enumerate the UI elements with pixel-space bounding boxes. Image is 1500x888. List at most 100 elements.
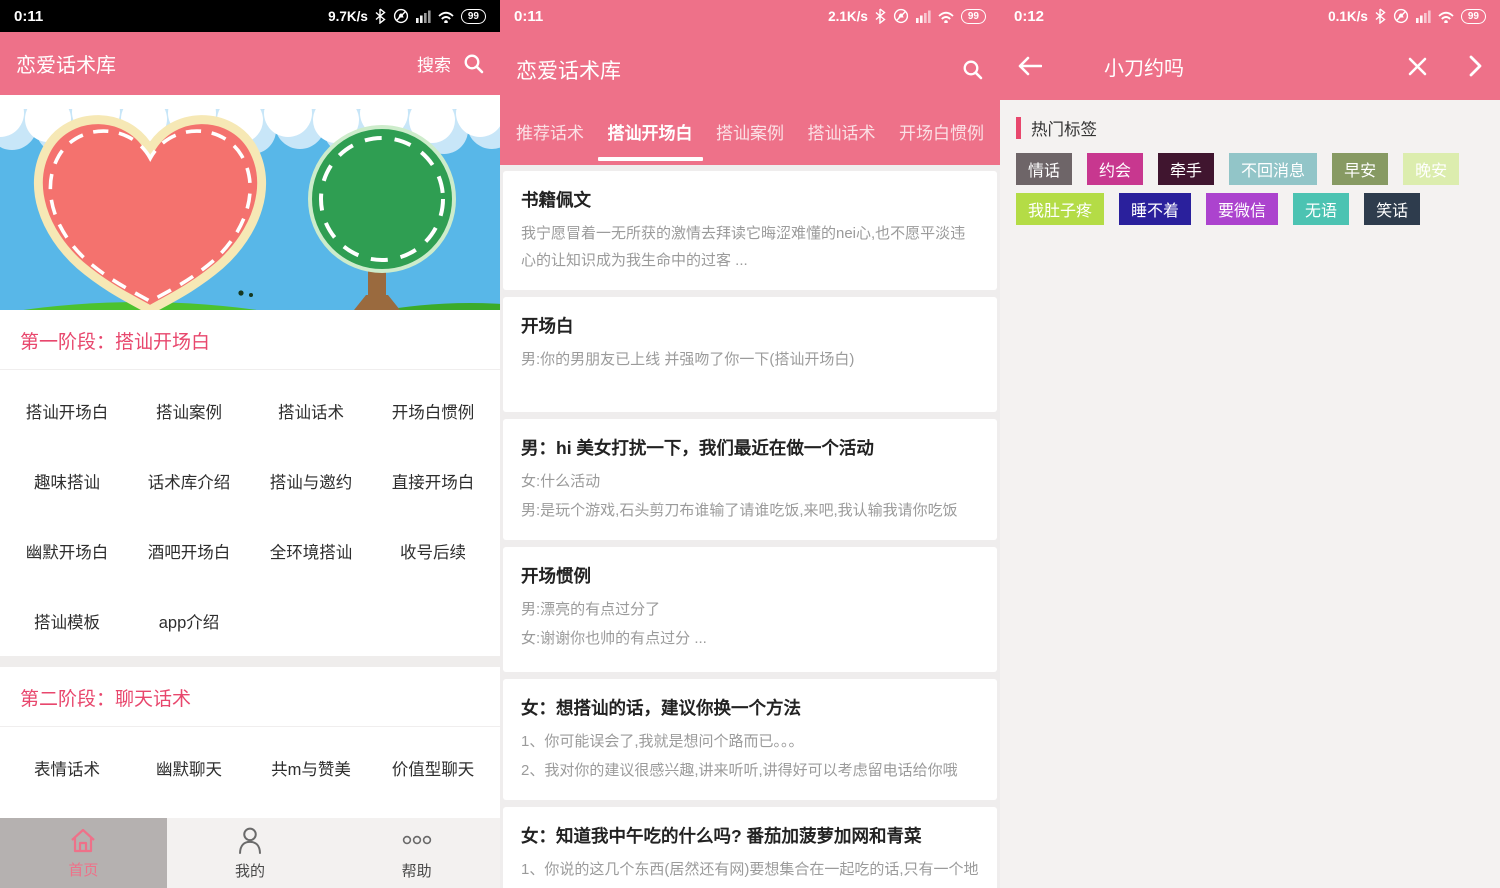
net-speed: 0.1K/s xyxy=(1328,9,1368,24)
status-bar: 0:12 0.1K/s 99 xyxy=(1000,0,1500,32)
section-title-stage2: 第二阶段：聊天话术 xyxy=(0,667,500,727)
signal-icon xyxy=(916,9,931,24)
tab-scripts[interactable]: 搭讪话术 xyxy=(802,108,882,165)
phrase-card[interactable]: 开场惯例 男:漂亮的有点过分了 女:谢谢你也帅的有点过分 ... xyxy=(503,547,997,672)
screen-phrase-list: 0:11 2.1K/s 99 恋爱话术库 推荐话术 搭讪开场白 搭讪案例 搭讪话… xyxy=(500,0,1000,888)
section-divider xyxy=(0,656,500,667)
card-line: 女:谢谢你也帅的有点过分 ... xyxy=(521,625,979,652)
grid-item[interactable]: 开场白惯例 xyxy=(372,376,494,446)
mute-icon xyxy=(1393,8,1409,24)
tag-chip[interactable]: 约会 xyxy=(1087,153,1143,185)
tag-list: 情话 约会 牵手 不回消息 早安 晚安 我肚子疼 睡不着 要微信 无语 笑话 xyxy=(1016,153,1484,225)
card-line: 我宁愿冒着一无所获的激情去拜读它晦涩难懂的nei心,也不愿平淡违心的让知识成为我… xyxy=(521,220,979,274)
wifi-icon xyxy=(438,10,454,23)
phrase-card[interactable]: 男：hi 美女打扰一下，我们最近在做一个活动 女:什么活动 男:是玩个游戏,石头… xyxy=(503,419,997,540)
tab-openers[interactable]: 搭讪开场白 xyxy=(602,108,699,165)
page-title: 恋爱话术库 xyxy=(516,55,962,85)
status-time: 0:11 xyxy=(14,8,43,25)
nav-tab-help[interactable]: 帮助 xyxy=(333,818,500,888)
grid-item[interactable]: 搭讪模板 xyxy=(6,586,128,656)
card-line: 男:是玩个游戏,石头剪刀布谁输了请谁吃饭,来吧,我认输我请你吃饭 xyxy=(521,497,979,524)
section-title-stage1: 第一阶段：搭讪开场白 xyxy=(0,310,500,370)
help-dots-icon xyxy=(400,825,434,855)
tab-recommend[interactable]: 推荐话术 xyxy=(510,108,590,165)
page-title: 小刀约吗 xyxy=(1104,52,1408,81)
card-title: 女：想搭讪的话，建议你换一个方法 xyxy=(521,695,979,720)
grid-item[interactable]: 趣味搭讪 xyxy=(6,446,128,516)
bluetooth-icon xyxy=(875,8,886,24)
page-title: 恋爱话术库 xyxy=(16,49,417,78)
search-label[interactable]: 搜索 xyxy=(417,51,451,76)
card-title: 女：知道我中午吃的什么吗? 番茄加菠萝加网和青菜 xyxy=(521,823,979,848)
phrase-card[interactable]: 女：想搭讪的话，建议你换一个方法 1、你可能误会了,我就是想问个路而已。。。 2… xyxy=(503,679,997,800)
grid-item[interactable]: 表情话术 xyxy=(6,733,128,803)
status-time: 0:12 xyxy=(1014,8,1044,25)
forward-icon[interactable] xyxy=(1469,55,1482,77)
grid-item[interactable]: app介绍 xyxy=(128,586,250,656)
tag-chip[interactable]: 牵手 xyxy=(1158,153,1214,185)
net-speed: 9.7K/s xyxy=(328,9,368,24)
tag-chip[interactable]: 不回消息 xyxy=(1229,153,1317,185)
battery-indicator: 99 xyxy=(1461,9,1486,24)
home-icon xyxy=(68,827,98,854)
grid-item[interactable]: 酒吧开场白 xyxy=(128,516,250,586)
screen-hot-tags: 0:12 0.1K/s 99 小刀约吗 xyxy=(1000,0,1500,888)
status-time: 0:11 xyxy=(514,8,543,25)
grid-item[interactable]: 幽默聊天 xyxy=(128,733,250,803)
card-title: 男：hi 美女打扰一下，我们最近在做一个活动 xyxy=(521,435,979,460)
panel-title-row: 热门标签 xyxy=(1016,116,1484,140)
tag-chip[interactable]: 晚安 xyxy=(1403,153,1459,185)
grid-item[interactable]: 直接开场白 xyxy=(372,446,494,516)
net-speed: 2.1K/s xyxy=(828,9,868,24)
grid-item[interactable]: 幽默开场白 xyxy=(6,516,128,586)
stage1-grid: 搭讪开场白 搭讪案例 搭讪话术 开场白惯例 趣味搭讪 话术库介绍 搭讪与邀约 直… xyxy=(0,370,500,656)
grid-item[interactable]: 全环境搭讪 xyxy=(250,516,372,586)
close-icon[interactable] xyxy=(1408,57,1427,76)
signal-icon xyxy=(416,9,431,24)
tag-chip[interactable]: 睡不着 xyxy=(1119,193,1191,225)
tab-routines[interactable]: 开场白惯例 xyxy=(893,108,990,165)
grid-item[interactable]: 搭讪案例 xyxy=(128,376,250,446)
bottom-nav: 首页 我的 帮助 xyxy=(0,818,500,888)
nav-label: 帮助 xyxy=(402,860,432,881)
grid-item[interactable]: 话术库介绍 xyxy=(128,446,250,516)
nav-tab-home[interactable]: 首页 xyxy=(0,818,167,888)
profile-icon xyxy=(235,825,265,855)
battery-indicator: 99 xyxy=(461,9,486,24)
phrase-card[interactable]: 开场白 男:你的男朋友已上线 并强吻了你一下(搭讪开场白) xyxy=(503,297,997,412)
status-bar: 0:11 9.7K/s 99 xyxy=(0,0,500,32)
grid-item[interactable]: 收号后续 xyxy=(372,516,494,586)
mute-icon xyxy=(393,8,409,24)
category-tabs: 推荐话术 搭讪开场白 搭讪案例 搭讪话术 开场白惯例 xyxy=(500,108,1000,165)
screenshot-stage: 0:11 9.7K/s 99 恋爱话术库 搜索 xyxy=(0,0,1500,888)
grid-item[interactable]: 搭讪与邀约 xyxy=(250,446,372,516)
nav-tab-mine[interactable]: 我的 xyxy=(167,818,334,888)
tag-chip[interactable]: 无语 xyxy=(1293,193,1349,225)
tag-chip[interactable]: 笑话 xyxy=(1364,193,1420,225)
grid-item[interactable]: 搭讪话术 xyxy=(250,376,372,446)
tags-panel: 热门标签 情话 约会 牵手 不回消息 早安 晚安 我肚子疼 睡不着 要微信 无语… xyxy=(1000,100,1500,888)
accent-bar xyxy=(1016,117,1021,139)
tag-chip[interactable]: 我肚子疼 xyxy=(1016,193,1104,225)
tag-chip[interactable]: 情话 xyxy=(1016,153,1072,185)
panel-title: 热门标签 xyxy=(1031,116,1097,140)
phrase-card[interactable]: 女：知道我中午吃的什么吗? 番茄加菠萝加网和青菜 1、你说的这几个东西(居然还有… xyxy=(503,807,997,888)
stage2-grid: 表情话术 幽默聊天 共m与赞美 价值型聊天 xyxy=(0,727,500,803)
search-icon[interactable] xyxy=(463,53,484,74)
tab-cases[interactable]: 搭讪案例 xyxy=(710,108,790,165)
search-icon[interactable] xyxy=(962,59,984,81)
card-line: 1、你说的这几个东西(居然还有网)要想集合在一起吃的话,只有一个地点比较会出现-… xyxy=(521,856,979,888)
tag-chip[interactable]: 要微信 xyxy=(1206,193,1278,225)
battery-indicator: 99 xyxy=(961,9,986,24)
card-line: 女:什么活动 xyxy=(521,468,979,495)
back-icon[interactable] xyxy=(1018,56,1042,76)
tag-chip[interactable]: 早安 xyxy=(1332,153,1388,185)
card-title: 开场惯例 xyxy=(521,563,979,588)
grid-item[interactable]: 共m与赞美 xyxy=(250,733,372,803)
phrase-card[interactable]: 书籍佩文 我宁愿冒着一无所获的激情去拜读它晦涩难懂的nei心,也不愿平淡违心的让… xyxy=(503,171,997,290)
grid-item[interactable]: 搭讪开场白 xyxy=(6,376,128,446)
phrase-card-list: 书籍佩文 我宁愿冒着一无所获的激情去拜读它晦涩难懂的nei心,也不愿平淡违心的让… xyxy=(500,165,1000,888)
grid-item[interactable]: 价值型聊天 xyxy=(372,733,494,803)
nav-label: 我的 xyxy=(235,860,265,881)
mute-icon xyxy=(893,8,909,24)
